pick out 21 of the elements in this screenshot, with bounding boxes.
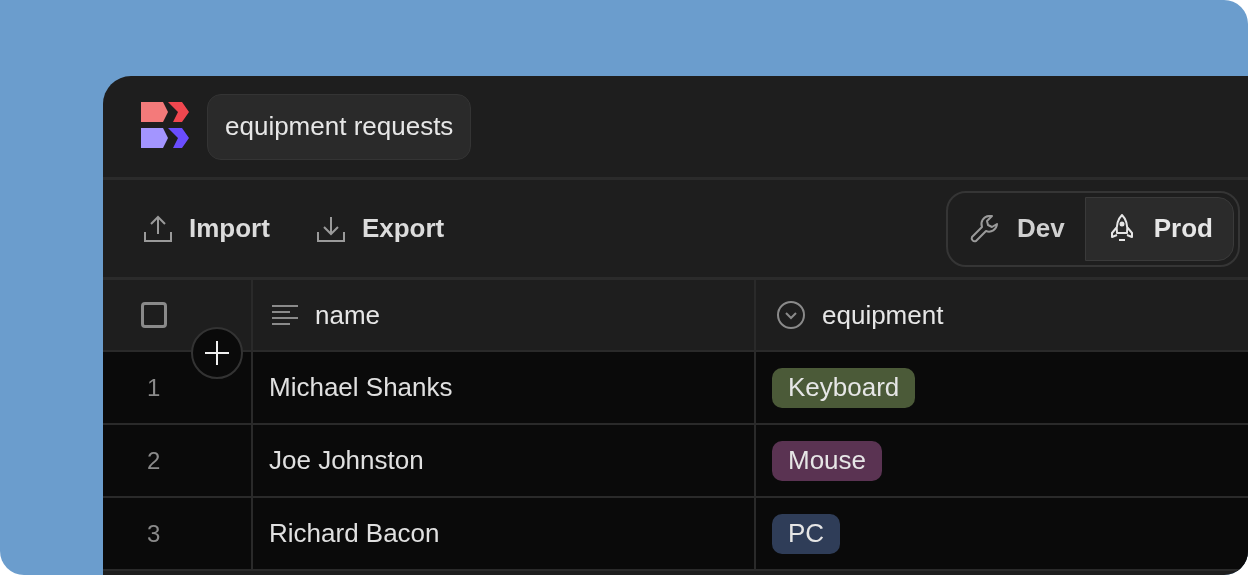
import-button[interactable]: Import: [143, 209, 270, 248]
column-header[interactable]: name: [251, 280, 754, 350]
row-number: 3: [147, 518, 161, 549]
column-header[interactable]: equipment: [754, 280, 1248, 350]
environment-tab[interactable]: Dev: [955, 196, 1079, 261]
environment-tab[interactable]: Prod: [1084, 196, 1234, 261]
text-lines-icon: [271, 304, 299, 326]
row-number: 2: [147, 445, 161, 476]
row-number: 1: [147, 372, 161, 403]
plus-icon: [204, 340, 230, 366]
chevron-circle-icon: [776, 300, 806, 330]
equipment-tag: Keyboard: [772, 367, 916, 408]
app-title[interactable]: equipment requests: [207, 93, 472, 160]
equipment-tag: PC: [772, 513, 841, 554]
table-cell-text: Michael Shanks: [269, 371, 453, 404]
table-cell-text: Richard Bacon: [269, 517, 440, 550]
equipment-tag: Mouse: [772, 440, 883, 481]
upload-icon: [143, 213, 173, 244]
export-button[interactable]: Export: [315, 209, 445, 248]
select-all-checkbox[interactable]: [141, 302, 167, 328]
table-cell-text: Joe Johnston: [269, 444, 424, 477]
